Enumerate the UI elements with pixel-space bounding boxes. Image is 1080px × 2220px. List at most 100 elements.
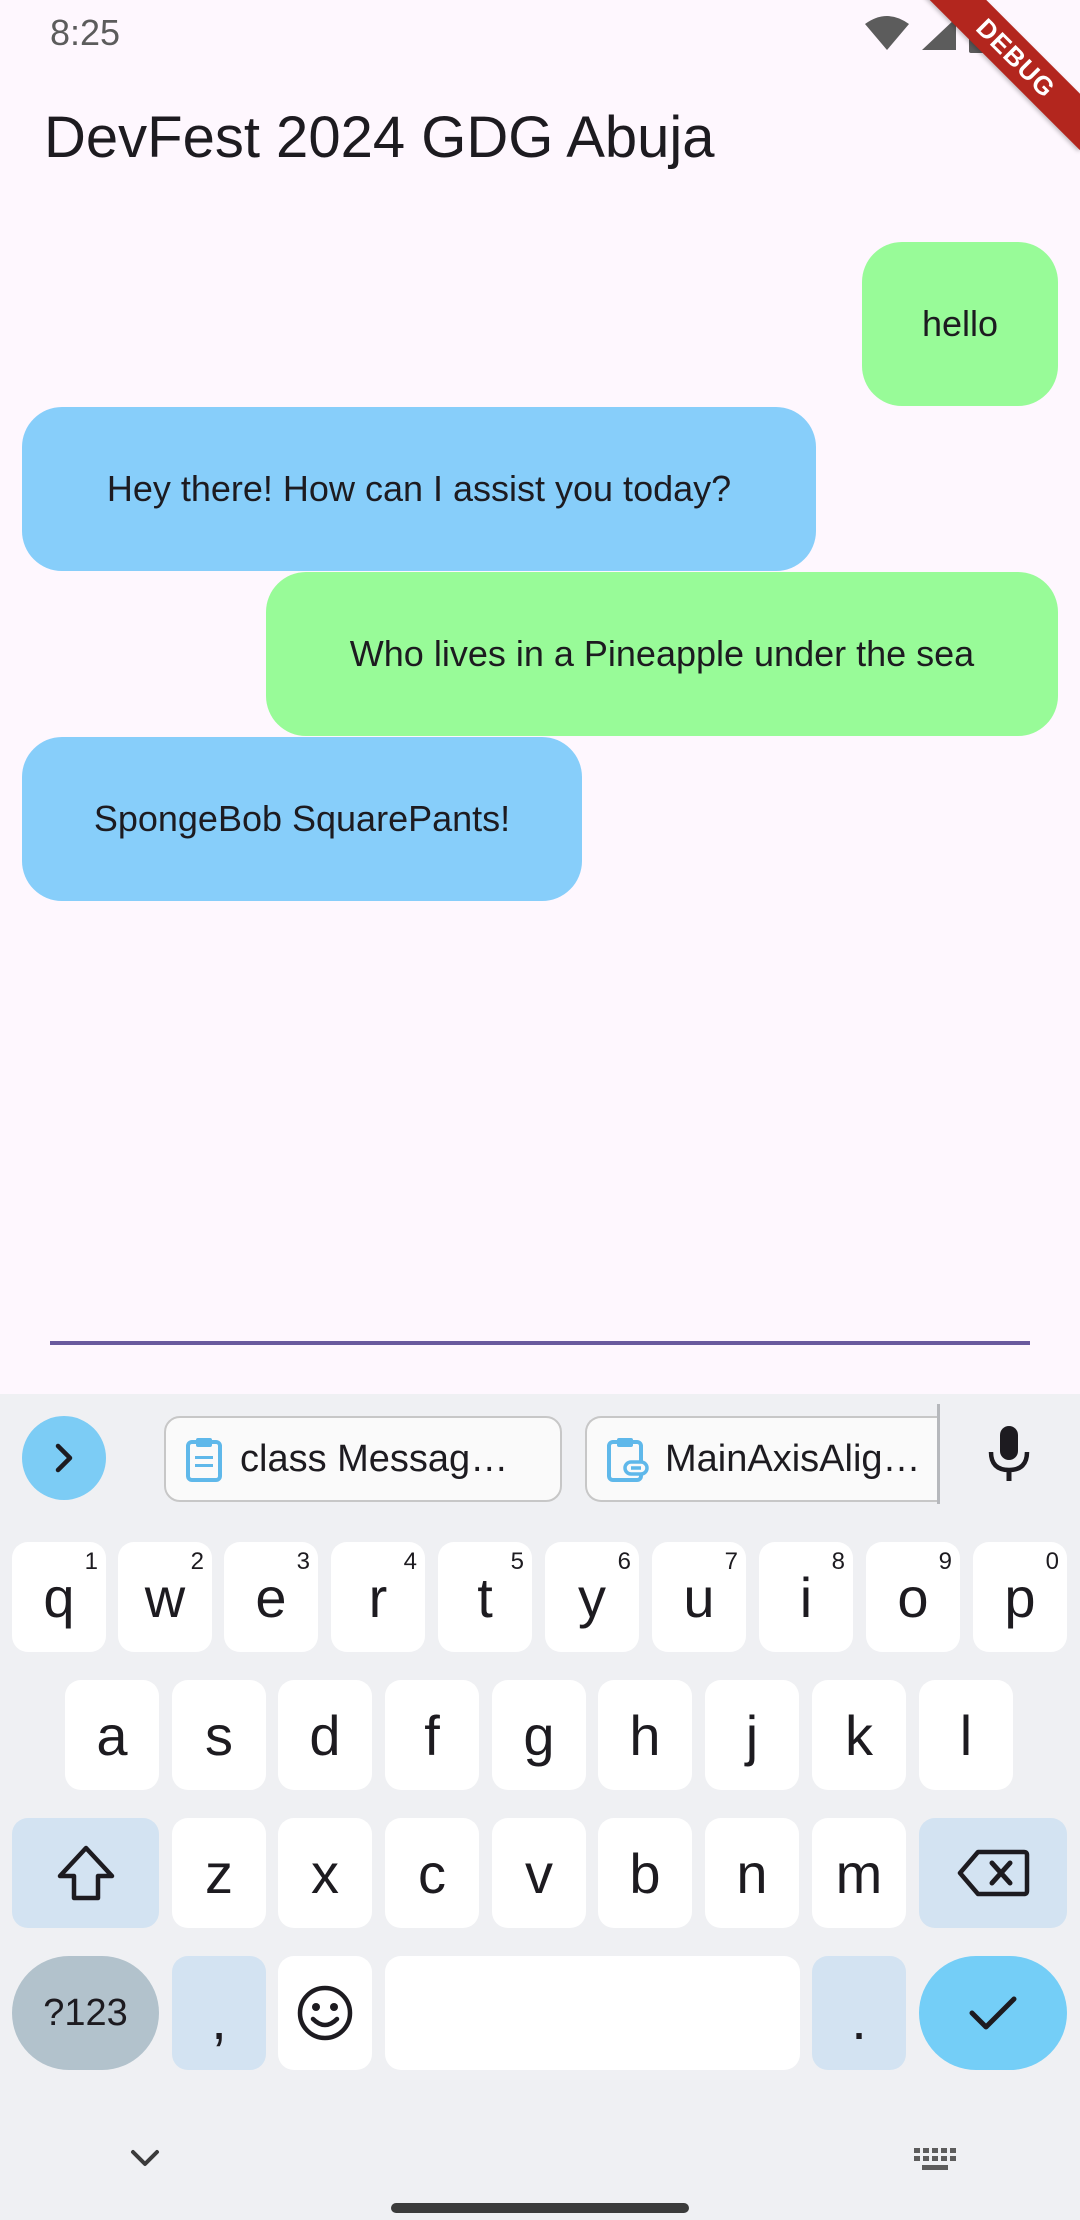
key-hint: 8 [831,1548,845,1575]
key-label: f [424,1703,440,1767]
message-bubble-bot: SpongeBob SquarePants! [22,737,582,901]
shift-key[interactable] [12,1818,159,1928]
key-label: . [851,1988,867,2051]
wifi-icon [865,16,909,50]
key-label: r [368,1565,388,1629]
key-u[interactable]: u7 [652,1542,746,1652]
key-hint: 5 [510,1548,524,1575]
keyboard-switch-button[interactable] [912,2144,958,2181]
message-text: Who lives in a Pineapple under the sea [349,633,975,674]
key-q[interactable]: q1 [12,1542,106,1652]
key-label: ?123 [43,1991,128,2034]
key-label: q [43,1565,75,1629]
key-label: x [311,1841,339,1905]
suggestion-divider [937,1404,940,1504]
key-label: l [959,1703,973,1767]
key-y[interactable]: y6 [545,1542,639,1652]
app-title: DevFest 2024 GDG Abuja [44,105,715,170]
key-label: t [477,1565,493,1629]
key-k[interactable]: k [812,1680,906,1790]
key-label: m [835,1841,883,1905]
voice-input-button[interactable] [985,1424,1033,1489]
key-f[interactable]: f [385,1680,479,1790]
key-v[interactable]: v [492,1818,586,1928]
key-label: w [144,1565,186,1629]
key-h[interactable]: h [598,1680,692,1790]
key-label: j [745,1703,759,1767]
status-bar: 8:25 DEBUG [0,0,1080,150]
shift-arrow-icon [57,1845,114,1901]
key-p[interactable]: p0 [973,1542,1067,1652]
keyboard-nav-row [0,2124,1080,2220]
key-label: v [525,1841,553,1905]
emoji-key[interactable] [278,1956,372,2070]
message-bubble-bot: Hey there! How can I assist you today? [22,407,816,571]
key-label: d [309,1703,341,1767]
key-label: a [96,1703,128,1767]
key-a[interactable]: a [65,1680,159,1790]
clipboard-chip[interactable]: MainAxisAlig… [585,1416,939,1502]
key-hint: 0 [1045,1548,1059,1575]
backspace-key[interactable] [919,1818,1067,1928]
emoji-icon [297,1985,353,2041]
key-label: u [683,1565,715,1629]
key-hint: 3 [296,1548,310,1575]
key-d[interactable]: d [278,1680,372,1790]
key-label: c [418,1841,446,1905]
key-x[interactable]: x [278,1818,372,1928]
key-s[interactable]: s [172,1680,266,1790]
enter-key[interactable] [919,1956,1067,2070]
key-j[interactable]: j [705,1680,799,1790]
key-label: e [255,1565,287,1629]
keyboard-expand-button[interactable] [22,1416,106,1500]
checkmark-icon [969,1996,1017,2030]
home-gesture-bar[interactable] [391,2203,689,2213]
period-key[interactable]: . [812,1956,906,2070]
keyboard-suggestion-strip: class Messag… MainAxisAlig… [0,1394,1080,1524]
key-hint: 1 [84,1548,98,1575]
key-hint: 9 [938,1548,952,1575]
key-t[interactable]: t5 [438,1542,532,1652]
clipboard-chip-text: class Messag… [240,1437,509,1480]
key-b[interactable]: b [598,1818,692,1928]
key-hint: 2 [190,1548,204,1575]
comma-key[interactable]: , [172,1956,266,2070]
message-text: hello [921,303,999,344]
clipboard-link-icon [607,1438,649,1482]
key-label: b [629,1841,661,1905]
key-label: p [1004,1565,1036,1629]
input-underline [50,1341,1030,1345]
clipboard-icon [186,1438,222,1482]
key-r[interactable]: r4 [331,1542,425,1652]
key-c[interactable]: c [385,1818,479,1928]
spacebar-key[interactable] [385,1956,800,2070]
debug-banner: DEBUG [910,0,1080,170]
status-time: 8:25 [50,12,121,53]
key-label: n [736,1841,768,1905]
backspace-icon [957,1849,1030,1897]
key-m[interactable]: m [812,1818,906,1928]
key-hint: 4 [403,1548,417,1575]
key-label: h [629,1703,661,1767]
debug-label: DEBUG [924,0,1080,150]
symbols-key[interactable]: ?123 [12,1956,159,2070]
message-bubble-user: Who lives in a Pineapple under the sea [266,572,1058,736]
key-w[interactable]: w2 [118,1542,212,1652]
key-hint: 7 [724,1548,738,1575]
key-e[interactable]: e3 [224,1542,318,1652]
key-z[interactable]: z [172,1818,266,1928]
hide-keyboard-button[interactable] [128,2146,162,2175]
key-i[interactable]: i8 [759,1542,853,1652]
key-n[interactable]: n [705,1818,799,1928]
message-input[interactable] [50,1250,1030,1342]
key-g[interactable]: g [492,1680,586,1790]
key-label: z [205,1841,233,1905]
key-label: o [897,1565,929,1629]
key-l[interactable]: l [919,1680,1013,1790]
key-o[interactable]: o9 [866,1542,960,1652]
keyboard-icon [914,2148,956,2170]
key-label: i [799,1565,813,1629]
message-text: SpongeBob SquarePants! [93,798,511,839]
microphone-icon [988,1426,1030,1481]
clipboard-chip[interactable]: class Messag… [164,1416,562,1502]
